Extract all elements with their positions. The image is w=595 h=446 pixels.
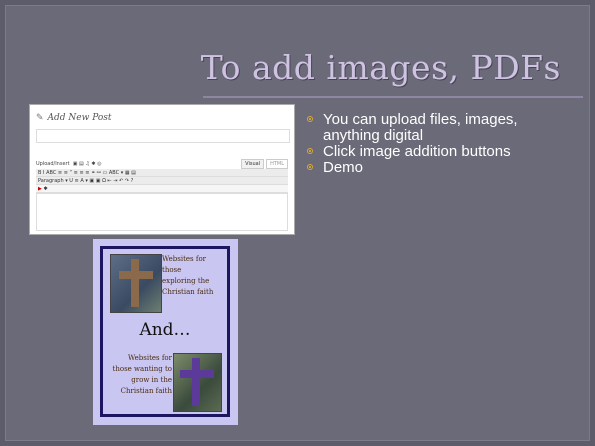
- bullet-text: You can upload files, images, anything d…: [323, 111, 518, 144]
- poster-line: grow in the: [131, 376, 172, 384]
- bullet-text: Demo: [323, 159, 364, 176]
- slide-title: To add images, PDFs: [200, 48, 561, 87]
- youtube-icon: ▶: [38, 186, 42, 192]
- media-buttons-icon: ▣ ▤ ♫ ✱ ◎: [71, 161, 102, 167]
- plugin-icon: ✱: [43, 186, 48, 192]
- bullet-text: Click image addition buttons: [323, 143, 511, 160]
- bullet-item: Click image addition buttons: [305, 144, 570, 160]
- cross-bar: [180, 370, 214, 378]
- poster-text-top: Websites for those exploring the Christi…: [162, 254, 228, 298]
- post-body-editor: [36, 193, 288, 231]
- tab-html: HTML: [266, 159, 288, 169]
- bullet-marker-icon: [307, 116, 313, 122]
- bullet-item: Demo: [305, 160, 570, 176]
- add-new-post-heading-text: Add New Post: [47, 113, 112, 123]
- poster-line: exploring the: [162, 277, 210, 285]
- stone-cross-image: [110, 254, 162, 313]
- editor-tabs: Visual HTML: [239, 159, 288, 169]
- poster-line: Christian faith: [162, 288, 214, 296]
- editor-toolbar-row-1: B I ABC ≡ ≡ “ ≡ ≡ ≡ ⚭ ⚯ ▭ ABC ▾ ▦ ▤: [36, 169, 288, 177]
- poster-line: Websites for: [127, 354, 172, 362]
- poster-text-bottom: Websites for those wanting to grow in th…: [104, 353, 172, 397]
- poster-line: those: [162, 266, 182, 274]
- purple-cross-image: [173, 353, 222, 412]
- pushpin-icon: ✎: [36, 113, 44, 123]
- slide: To add images, PDFs ✎ Add New Post Upload…: [0, 0, 595, 446]
- bullet-item: You can upload files, images, anything d…: [305, 112, 570, 144]
- post-title-input: [36, 129, 290, 143]
- bullet-marker-icon: [307, 148, 313, 154]
- upload-insert-row: Upload/Insert ▣ ▤ ♫ ✱ ◎: [36, 161, 102, 167]
- tab-visual: Visual: [241, 159, 265, 169]
- poster-line: those wanting to: [112, 365, 172, 373]
- poster-and-text: And…: [139, 320, 191, 340]
- bullet-marker-icon: [307, 164, 313, 170]
- bullet-list: You can upload files, images, anything d…: [305, 112, 570, 176]
- add-new-post-screenshot: ✎ Add New Post Upload/Insert ▣ ▤ ♫ ✱ ◎ Vi…: [29, 104, 295, 235]
- cross-bar: [119, 271, 153, 279]
- poster-line: Websites for: [162, 255, 207, 263]
- poster-border: Websites for those exploring the Christi…: [100, 246, 230, 417]
- websites-poster-image: Websites for those exploring the Christi…: [93, 239, 238, 425]
- title-divider: [203, 96, 583, 98]
- cross-icon: [192, 358, 200, 406]
- add-new-post-heading: ✎ Add New Post: [36, 113, 112, 123]
- poster-line: Christian faith: [120, 387, 172, 395]
- cross-icon: [131, 259, 139, 307]
- editor-toolbar-row-2: Paragraph ▾ U ≡ A ▾ ▣ ▣ Ω ⇤ ⇥ ↶ ↷ ?: [36, 177, 288, 185]
- editor-toolbar-row-3: ▶ ✱: [36, 185, 288, 193]
- upload-insert-label: Upload/Insert: [36, 161, 70, 167]
